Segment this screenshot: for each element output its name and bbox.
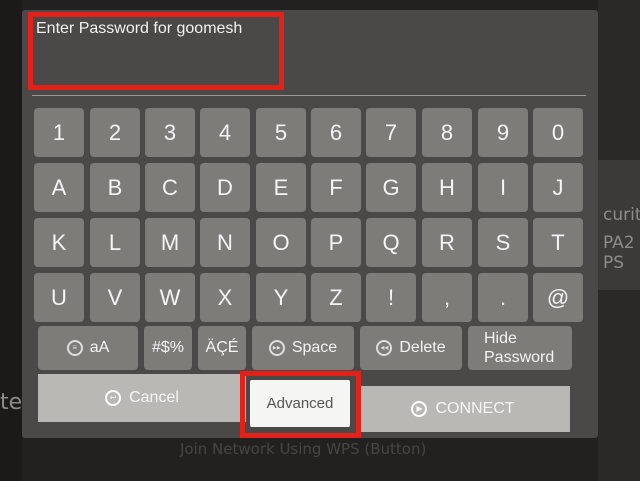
- key-v[interactable]: V: [90, 273, 140, 322]
- space-label: Space: [291, 339, 338, 356]
- rewind-icon: ◂◂: [376, 340, 393, 356]
- key-y[interactable]: Y: [256, 273, 306, 322]
- key-x[interactable]: X: [200, 273, 250, 322]
- key-o[interactable]: O: [256, 218, 306, 267]
- key-e[interactable]: E: [256, 163, 306, 212]
- key-p[interactable]: P: [311, 218, 361, 267]
- symbols-key[interactable]: #$%: [144, 326, 192, 370]
- key-m[interactable]: M: [145, 218, 195, 267]
- connect-button[interactable]: ▶ CONNECT: [356, 386, 570, 432]
- space-key[interactable]: ▸▸ Space: [252, 326, 354, 370]
- key-1[interactable]: 1: [34, 108, 84, 157]
- password-field-underline: [32, 95, 586, 96]
- key-7[interactable]: 7: [366, 108, 416, 157]
- key-8[interactable]: 8: [422, 108, 472, 157]
- accents-key[interactable]: ÄÇÉ: [198, 326, 246, 370]
- cancel-label: Cancel: [129, 389, 179, 406]
- hide-password-key[interactable]: Hide Password: [468, 326, 572, 370]
- key-t[interactable]: T: [533, 218, 583, 267]
- delete-label: Delete: [399, 339, 446, 356]
- case-toggle-label: aA: [89, 339, 110, 356]
- key-0[interactable]: 0: [533, 108, 583, 157]
- key-j[interactable]: J: [533, 163, 583, 212]
- key-at[interactable]: @: [533, 273, 583, 322]
- background-wpa-text: PA2 PS: [603, 233, 635, 273]
- connect-label: CONNECT: [435, 400, 515, 417]
- key-d[interactable]: D: [200, 163, 250, 212]
- advanced-highlight: [240, 371, 361, 438]
- delete-key[interactable]: ◂◂ Delete: [360, 326, 462, 370]
- key-g[interactable]: G: [366, 163, 416, 212]
- key-b[interactable]: B: [90, 163, 140, 212]
- key-s[interactable]: S: [478, 218, 528, 267]
- key-9[interactable]: 9: [478, 108, 528, 157]
- menu-icon: ≡: [66, 340, 83, 356]
- key-u[interactable]: U: [34, 273, 84, 322]
- key-l[interactable]: L: [90, 218, 140, 267]
- key-6[interactable]: 6: [311, 108, 361, 157]
- key-i[interactable]: I: [478, 163, 528, 212]
- key-a[interactable]: A: [34, 163, 84, 212]
- key-h[interactable]: H: [422, 163, 472, 212]
- key-n[interactable]: N: [200, 218, 250, 267]
- key-c[interactable]: C: [145, 163, 195, 212]
- key-k[interactable]: K: [34, 218, 84, 267]
- key-z[interactable]: Z: [311, 273, 361, 322]
- key-5[interactable]: 5: [256, 108, 306, 157]
- background-security-text: curity: [603, 205, 640, 225]
- background-left-text: te: [0, 390, 23, 415]
- key-4[interactable]: 4: [200, 108, 250, 157]
- accents-label: ÄÇÉ: [205, 339, 239, 356]
- key-comma[interactable]: ,: [422, 273, 472, 322]
- background-wps-text: Join Network Using WPS (Button): [180, 440, 427, 458]
- back-icon: ↩: [105, 390, 122, 406]
- password-prompt-highlight: [28, 12, 284, 90]
- case-toggle-key[interactable]: ≡ aA: [38, 326, 138, 370]
- key-f[interactable]: F: [311, 163, 361, 212]
- play-pause-icon: ▶: [411, 401, 428, 417]
- key-period[interactable]: .: [478, 273, 528, 322]
- fast-forward-icon: ▸▸: [268, 340, 285, 356]
- key-exclamation[interactable]: !: [366, 273, 416, 322]
- key-r[interactable]: R: [422, 218, 472, 267]
- key-2[interactable]: 2: [90, 108, 140, 157]
- key-q[interactable]: Q: [366, 218, 416, 267]
- hide-password-label: Hide Password: [484, 330, 555, 366]
- key-3[interactable]: 3: [145, 108, 195, 157]
- symbols-label: #$%: [151, 339, 185, 356]
- key-w[interactable]: W: [145, 273, 195, 322]
- cancel-button[interactable]: ↩ Cancel: [38, 374, 246, 422]
